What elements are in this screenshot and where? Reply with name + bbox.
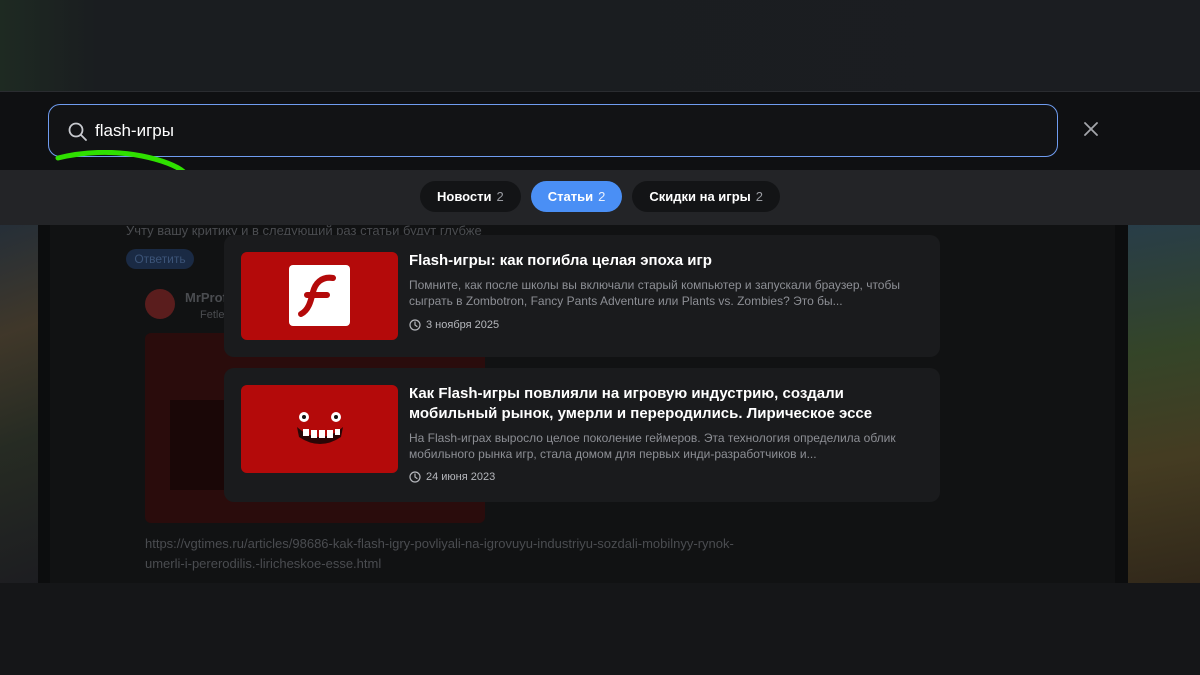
result-title[interactable]: Как Flash-игры повлияли на игровую индус… — [409, 384, 919, 424]
result-date: 3 ноября 2025 — [409, 319, 499, 331]
result-date: 24 июня 2023 — [409, 471, 495, 483]
tab-game-discounts[interactable]: Скидки на игры 2 — [632, 181, 780, 212]
close-icon[interactable] — [1080, 118, 1102, 140]
tab-count: 2 — [598, 189, 606, 204]
search-result-card[interactable]: Как Flash-игры повлияли на игровую индус… — [224, 368, 940, 502]
right-wallpaper — [1128, 225, 1200, 583]
tab-count: 2 — [496, 189, 504, 204]
background-author-name: MrProf — [185, 290, 227, 305]
search-category-tabs: Новости 2 Статьи 2 Скидки на игры 2 — [0, 170, 1200, 225]
page-header-area — [0, 0, 1200, 92]
background-avatar — [145, 289, 175, 319]
super-meat-boy-face-icon — [297, 412, 343, 444]
search-result-card[interactable]: Flash-игры: как погибла целая эпоха игр … — [224, 235, 940, 357]
search-input[interactable] — [95, 117, 995, 145]
result-description: Помните, как после школы вы включали ста… — [409, 278, 900, 308]
search-box[interactable] — [48, 104, 1058, 157]
result-title[interactable]: Flash-игры: как погибла целая эпоха игр — [409, 251, 919, 271]
search-icon — [68, 122, 87, 141]
result-thumbnail — [241, 385, 398, 473]
tab-label: Статьи — [547, 189, 594, 204]
tab-articles[interactable]: Статьи 2 — [530, 181, 623, 212]
clock-icon — [409, 319, 421, 331]
result-date-text: 24 июня 2023 — [426, 471, 496, 483]
tab-label: Новости — [437, 189, 492, 204]
background-author-sub: Fetle — [200, 309, 225, 321]
left-wallpaper — [0, 225, 38, 583]
tab-label: Скидки на игры — [649, 189, 751, 204]
background-reply-button: Ответить — [126, 249, 194, 269]
background-link-line-1: https://vgtimes.ru/articles/98686-kak-fl… — [145, 536, 734, 551]
tab-count: 2 — [755, 189, 763, 204]
result-date-text: 3 ноября 2025 — [426, 319, 500, 331]
result-thumbnail — [241, 252, 398, 340]
page-footer-area — [0, 583, 1200, 675]
background-image-detail — [170, 400, 230, 490]
clock-icon — [409, 471, 421, 483]
tab-news[interactable]: Новости 2 — [420, 181, 521, 212]
result-description: На Flash-играх выросло целое поколение г… — [409, 431, 896, 461]
flash-player-logo-icon — [289, 265, 350, 326]
background-link-line-2: umerli-i-pererodilis.-liricheskoe-esse.h… — [145, 556, 382, 571]
